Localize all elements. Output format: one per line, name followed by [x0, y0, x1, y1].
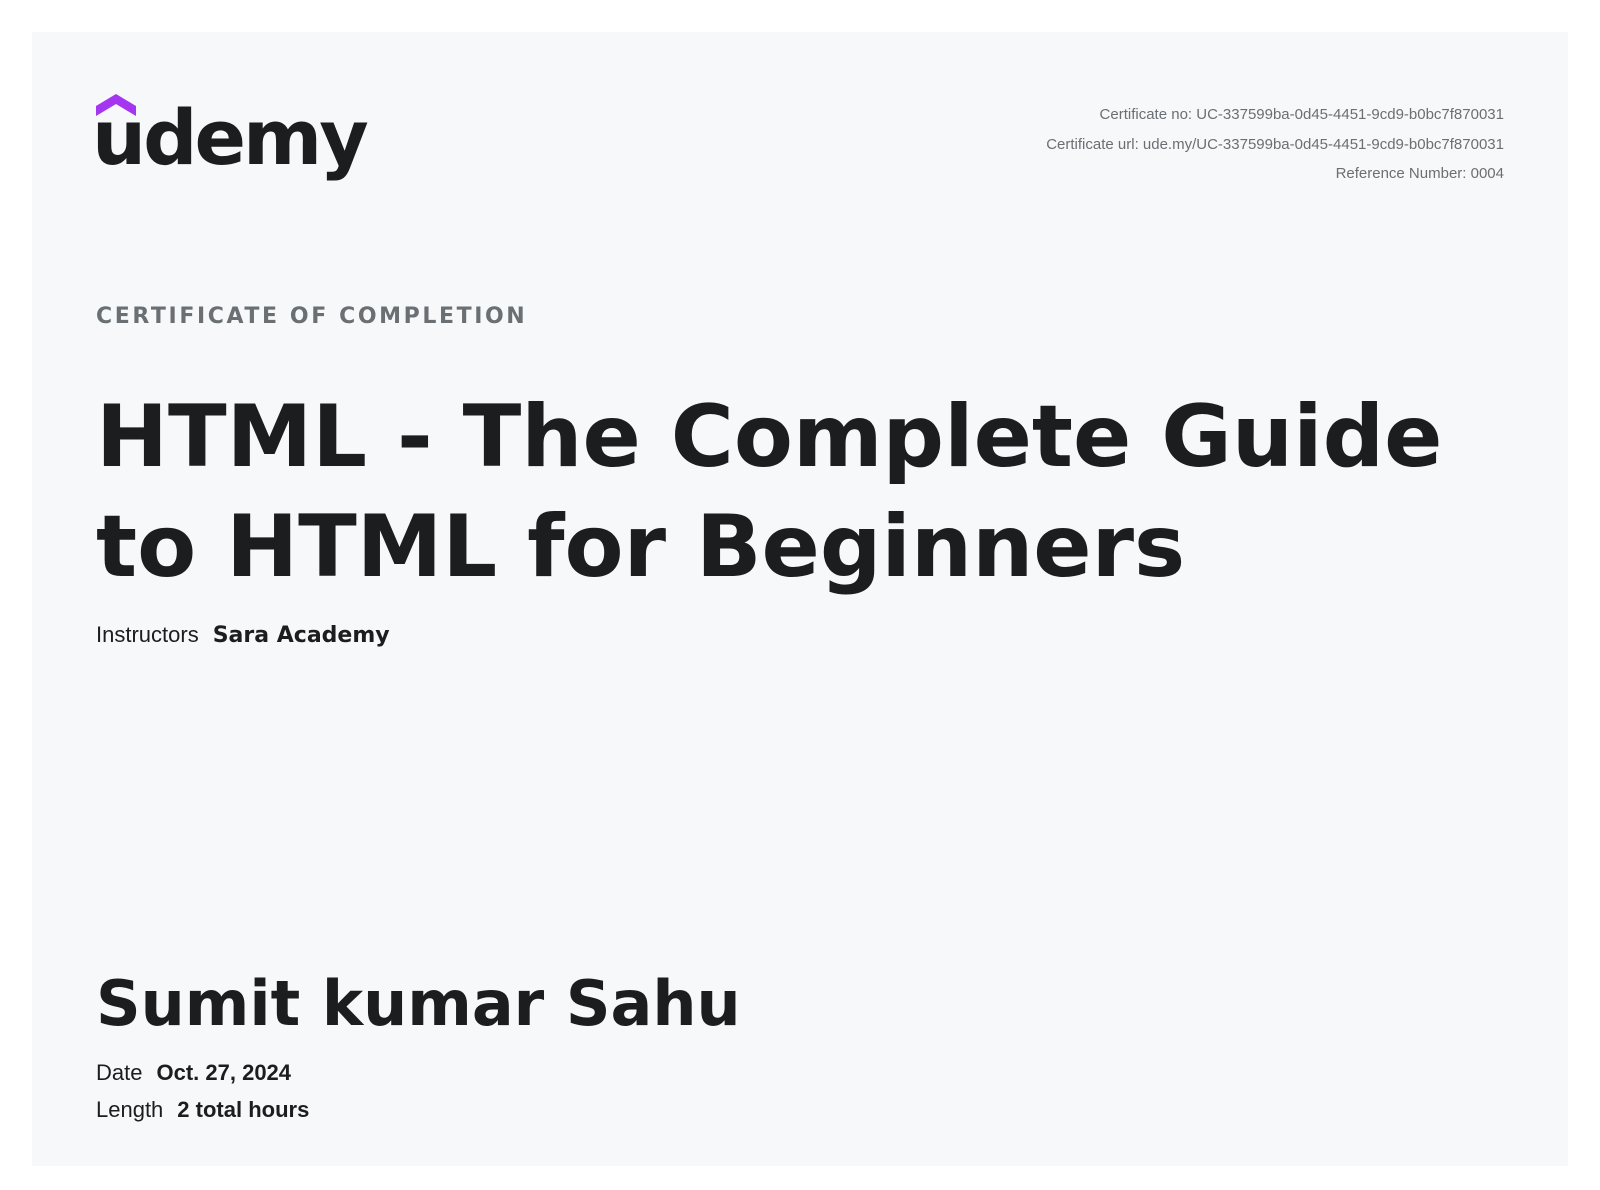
course-title: HTML - The Complete Guide to HTML for Be…	[96, 387, 1443, 597]
length-value: 2 total hours	[177, 1097, 310, 1122]
certificate-meta: Certificate no: UC-337599ba-0d45-4451-9c…	[1046, 100, 1504, 189]
student-name: Sumit kumar Sahu	[96, 967, 741, 1040]
length-label: Length	[96, 1097, 164, 1122]
logo-wordmark: udemy	[92, 93, 369, 182]
reference-number: Reference Number: 0004	[1335, 165, 1504, 182]
length-row: Length 2 total hours	[96, 1095, 309, 1126]
certificate-kicker: CERTIFICATE OF COMPLETION	[96, 304, 528, 329]
certificate-url: Certificate url: ude.my/UC-337599ba-0d45…	[1046, 135, 1504, 153]
instructors-label: Instructors	[96, 622, 199, 647]
date-label: Date	[96, 1060, 143, 1085]
instructors-row: Instructors Sara Academy	[96, 620, 390, 651]
certificate-card: udemy Certificate no: UC-337599ba-0d45-4…	[32, 32, 1568, 1166]
instructors-value: Sara Academy	[212, 623, 390, 648]
certificate-number: Certificate no: UC-337599ba-0d45-4451-9c…	[1099, 106, 1504, 123]
date-value: Oct. 27, 2024	[156, 1060, 292, 1085]
udemy-logo: udemy	[92, 94, 369, 194]
date-row: Date Oct. 27, 2024	[96, 1058, 291, 1089]
